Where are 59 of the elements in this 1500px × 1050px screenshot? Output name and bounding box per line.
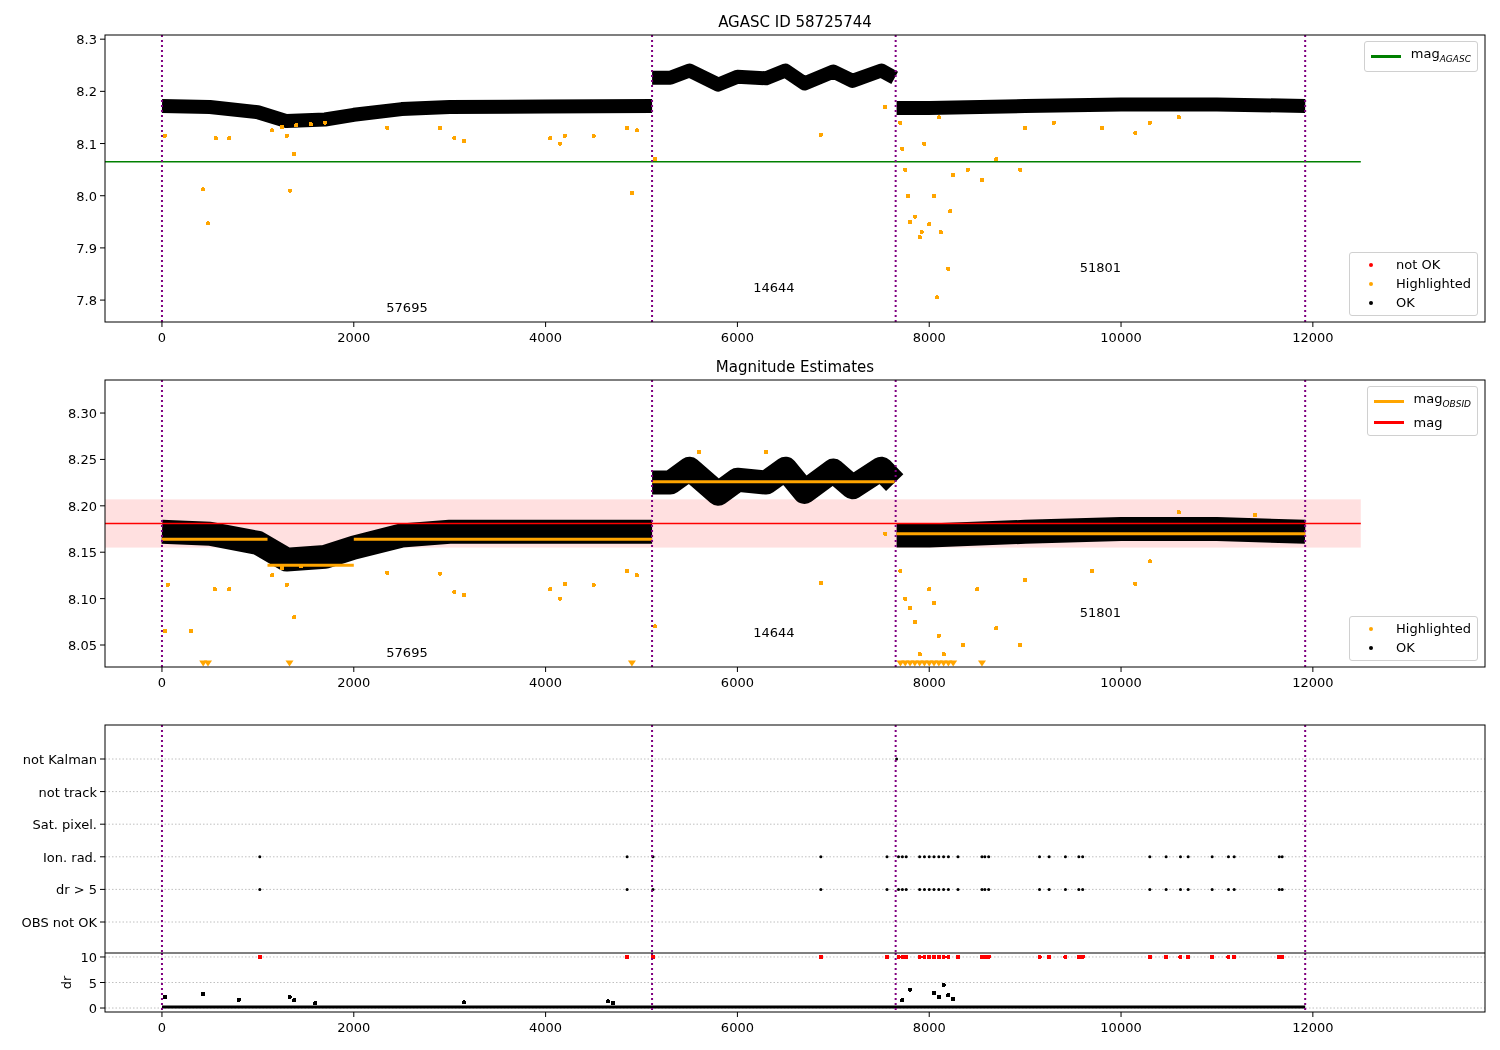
y-tick-label: 7.8 — [76, 293, 97, 309]
obsid-label: 51801 — [1079, 260, 1122, 275]
x-tick-label: 0 — [157, 330, 167, 345]
y-tick-label: 8.0 — [76, 188, 97, 204]
obsid-label: 51801 — [1079, 605, 1122, 620]
flag-label: not Kalman — [22, 752, 97, 767]
legend-label: mag — [1413, 413, 1443, 432]
y-tick-label: 8.20 — [68, 498, 97, 514]
flag-label: Sat. pixel. — [32, 817, 97, 833]
x-tick-label: 12000 — [1292, 675, 1334, 690]
flag-label: OBS not OK — [21, 915, 97, 930]
legend-label: mag$_{OBSID}$ — [1413, 390, 1471, 411]
x-tick-label: 8000 — [912, 675, 946, 690]
x-tick-label: 0 — [157, 675, 167, 690]
flag-label: dr > 5 — [55, 882, 97, 898]
legend-label: OK — [1396, 294, 1415, 312]
x-tick-label: 12000 — [1292, 1020, 1334, 1035]
x-tick-label: 0 — [157, 1020, 167, 1035]
y-tick-label: 8.30 — [68, 406, 97, 422]
chart-title: Magnitude Estimates — [715, 358, 875, 376]
y-tick-label: 8.2 — [76, 84, 97, 100]
flag-label: Ion. rad. — [43, 849, 97, 865]
x-tick-label: 12000 — [1292, 330, 1334, 345]
flag-label: not track — [38, 784, 97, 800]
obsid-label: 14644 — [753, 280, 795, 295]
x-tick-label: 8000 — [912, 330, 946, 345]
legend-label: OK — [1396, 639, 1415, 657]
chart-title: AGASC ID 58725744 — [718, 13, 872, 31]
legend-label: Highlighted — [1396, 620, 1471, 638]
x-tick-label: 6000 — [720, 675, 754, 690]
y-tick-label: 5 — [88, 975, 97, 991]
obsid-label: 14644 — [753, 625, 795, 640]
legend-label: not OK — [1396, 256, 1441, 274]
x-tick-label: 6000 — [720, 1020, 754, 1035]
y-tick-label: 8.25 — [68, 452, 97, 468]
obsid-label: 57695 — [386, 645, 428, 660]
legend-label: mag$_{AGASC}$ — [1410, 45, 1471, 66]
x-tick-label: 4000 — [529, 675, 563, 690]
y-tick-label: 10 — [80, 953, 97, 965]
y-tick-label: 7.9 — [76, 240, 97, 256]
y-tick-label: 8.05 — [68, 638, 97, 653]
x-tick-label: 10000 — [1100, 330, 1142, 345]
x-tick-label: 10000 — [1100, 675, 1142, 690]
x-tick-label: 2000 — [337, 675, 371, 690]
x-tick-label: 2000 — [337, 330, 371, 345]
y-tick-label: 8.10 — [68, 591, 97, 607]
x-tick-label: 6000 — [720, 330, 754, 345]
legend-label: Highlighted — [1396, 275, 1471, 293]
x-tick-label: 8000 — [912, 1020, 946, 1035]
y-tick-label: 8.3 — [76, 32, 97, 48]
x-tick-label: 2000 — [337, 1020, 371, 1035]
x-tick-label: 4000 — [529, 1020, 563, 1035]
obsid-label: 57695 — [386, 300, 428, 315]
x-tick-label: 10000 — [1100, 1020, 1142, 1035]
y-tick-label: 8.15 — [68, 545, 97, 561]
y-tick-label: 8.1 — [76, 136, 97, 152]
axis-label: dr — [59, 975, 74, 990]
x-tick-label: 4000 — [529, 330, 563, 345]
y-tick-label: 0 — [88, 1001, 97, 1016]
